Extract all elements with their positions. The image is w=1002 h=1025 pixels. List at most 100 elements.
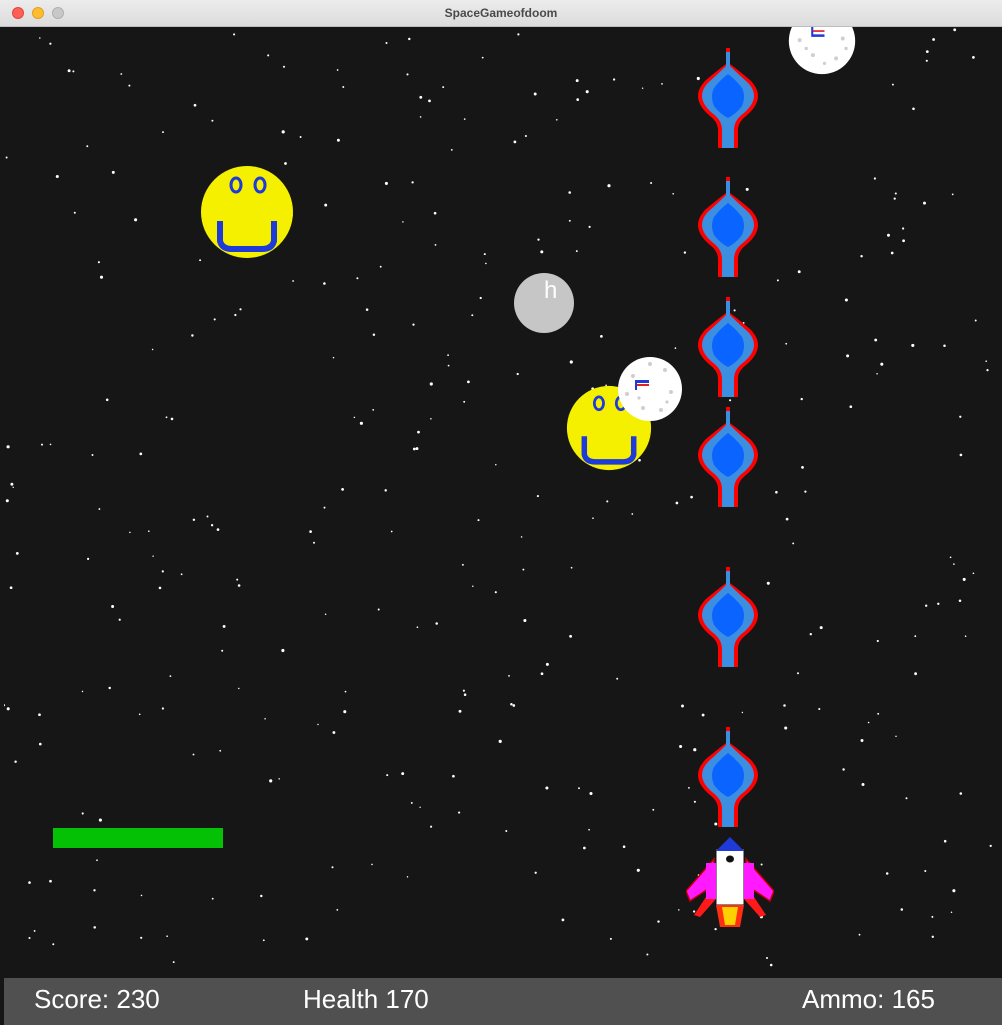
star bbox=[463, 400, 466, 403]
star bbox=[891, 83, 894, 86]
star bbox=[931, 915, 934, 918]
star bbox=[151, 348, 154, 351]
star bbox=[797, 270, 801, 274]
star bbox=[675, 501, 679, 505]
star bbox=[267, 54, 270, 57]
score-label: Score: 230 bbox=[34, 984, 160, 1014]
star bbox=[356, 277, 359, 280]
star bbox=[442, 86, 445, 89]
star bbox=[533, 92, 537, 96]
star bbox=[49, 443, 52, 446]
star bbox=[430, 825, 433, 828]
star bbox=[238, 687, 240, 690]
star bbox=[129, 531, 131, 534]
star bbox=[479, 296, 482, 300]
star bbox=[192, 753, 195, 756]
star bbox=[38, 742, 42, 746]
enemy-ship-icon bbox=[698, 567, 758, 667]
star bbox=[545, 662, 549, 666]
player-rocket-icon[interactable] bbox=[686, 837, 774, 929]
star bbox=[959, 453, 963, 457]
star bbox=[6, 445, 10, 449]
star bbox=[429, 382, 433, 386]
star bbox=[860, 254, 863, 258]
star bbox=[972, 572, 975, 575]
star bbox=[741, 711, 744, 714]
star bbox=[430, 418, 432, 420]
star bbox=[887, 233, 890, 237]
star bbox=[766, 957, 768, 959]
star bbox=[858, 933, 861, 936]
star bbox=[450, 148, 453, 151]
star bbox=[52, 943, 55, 946]
star bbox=[867, 721, 870, 724]
star bbox=[510, 702, 513, 706]
star bbox=[170, 417, 174, 421]
star bbox=[236, 578, 239, 581]
star bbox=[377, 608, 380, 611]
star bbox=[943, 344, 946, 347]
star bbox=[568, 219, 571, 222]
star bbox=[842, 768, 845, 771]
star bbox=[540, 672, 544, 676]
star bbox=[93, 926, 96, 929]
star bbox=[180, 573, 183, 576]
star bbox=[783, 704, 786, 707]
star bbox=[578, 787, 580, 790]
star bbox=[118, 618, 121, 621]
star bbox=[678, 909, 680, 911]
star bbox=[40, 443, 44, 446]
star bbox=[452, 774, 455, 778]
star bbox=[14, 760, 17, 763]
star bbox=[406, 876, 409, 878]
star bbox=[943, 839, 947, 843]
star bbox=[690, 495, 693, 499]
star bbox=[569, 360, 573, 364]
star bbox=[953, 563, 955, 565]
star bbox=[607, 184, 611, 188]
star bbox=[517, 33, 520, 36]
star bbox=[81, 690, 84, 693]
star bbox=[172, 961, 175, 964]
star bbox=[516, 372, 519, 376]
star bbox=[800, 397, 803, 401]
star bbox=[148, 530, 150, 532]
star bbox=[561, 918, 565, 922]
star bbox=[461, 563, 464, 566]
star bbox=[401, 772, 405, 776]
star bbox=[140, 936, 143, 939]
star bbox=[417, 430, 420, 434]
moon-icon: h bbox=[514, 273, 574, 333]
star bbox=[495, 464, 497, 466]
star bbox=[111, 170, 115, 174]
star bbox=[568, 191, 571, 194]
star bbox=[804, 490, 807, 493]
star bbox=[575, 250, 578, 253]
star bbox=[959, 415, 962, 418]
health-bar bbox=[53, 828, 223, 848]
star bbox=[411, 181, 414, 184]
star bbox=[471, 314, 474, 317]
star bbox=[281, 648, 285, 653]
star bbox=[299, 136, 302, 138]
star bbox=[652, 808, 655, 811]
star bbox=[169, 675, 172, 677]
star bbox=[485, 262, 487, 265]
star bbox=[332, 731, 336, 734]
star bbox=[336, 909, 339, 911]
star bbox=[537, 238, 540, 241]
star bbox=[974, 319, 977, 322]
star bbox=[359, 421, 363, 425]
star bbox=[98, 508, 101, 510]
game-canvas[interactable]: h bbox=[4, 27, 1002, 978]
star bbox=[221, 649, 224, 652]
star bbox=[900, 908, 904, 911]
star bbox=[134, 218, 138, 222]
star bbox=[292, 280, 294, 282]
star bbox=[262, 939, 265, 942]
star bbox=[545, 786, 549, 790]
star bbox=[336, 69, 339, 71]
star bbox=[239, 308, 242, 311]
star bbox=[688, 787, 690, 789]
star bbox=[674, 347, 677, 349]
